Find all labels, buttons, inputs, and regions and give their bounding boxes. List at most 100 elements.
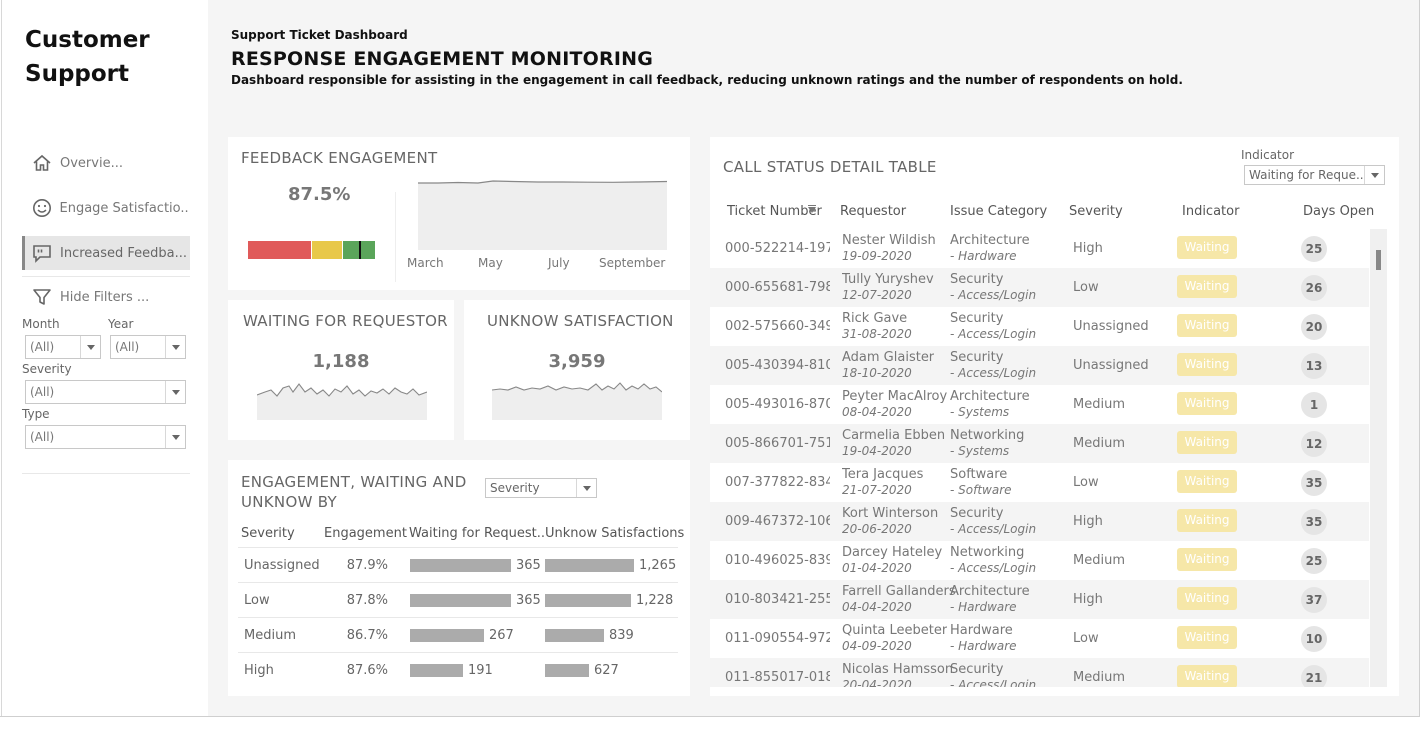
dashboard-description: Dashboard responsible for assisting in t… (231, 73, 1183, 87)
table-row[interactable]: Unassigned 87.9% 365 1,265 (238, 547, 678, 582)
indicator-badge[interactable]: Waiting (1177, 548, 1237, 571)
unknown-bar-label: 627 (594, 663, 619, 678)
days-open-badge: 37 (1301, 587, 1327, 613)
indicator-badge[interactable]: Waiting (1177, 626, 1237, 649)
month-label: March (407, 256, 444, 270)
indicator-badge[interactable]: Waiting (1177, 470, 1237, 493)
column-header-unknown[interactable]: Unknow Satisfactions (545, 526, 684, 541)
severity-cell: Unassigned (1073, 319, 1149, 334)
waiting-bar (410, 559, 511, 572)
waiting-bar-label: 191 (468, 663, 493, 678)
severity-cell: Medium (1073, 436, 1125, 451)
engagement-by-title: ENGAGEMENT, WAITING AND UNKNOW BY (241, 472, 467, 512)
table-row[interactable]: 005-493016-8701-8 Peyter MacAlroy08-04-20… (710, 385, 1369, 424)
waiting-sparkline (257, 383, 427, 420)
page-border (1419, 0, 1420, 717)
table-row[interactable]: Medium 86.7% 267 839 (238, 617, 678, 652)
column-header-requestor[interactable]: Requestor (840, 204, 906, 219)
feedback-engagement-value: 87.5% (288, 184, 351, 205)
page-title: RESPONSE ENGAGEMENT MONITORING (231, 48, 654, 70)
column-header-indicator[interactable]: Indicator (1182, 204, 1239, 219)
indicator-badge[interactable]: Waiting (1177, 236, 1237, 259)
ticket-number-cell: 000-522214-1973-1 (725, 241, 830, 256)
indicator-badge[interactable]: Waiting (1177, 314, 1237, 337)
call-status-title: CALL STATUS DETAIL TABLE (723, 158, 937, 176)
engagement-by-title-line1: ENGAGEMENT, WAITING AND (241, 473, 467, 491)
indicator-badge[interactable]: Waiting (1177, 431, 1237, 454)
days-open-badge: 20 (1301, 314, 1327, 340)
requestor-date-cell: 08-04-2020 (842, 405, 912, 419)
indicator-badge[interactable]: Waiting (1177, 587, 1237, 610)
column-header-days-open[interactable]: Days Open (1303, 204, 1374, 219)
unknown-sparkline (492, 382, 662, 420)
severity-cell: High (244, 663, 274, 678)
brand-title: Customer Support (25, 27, 150, 87)
chevron-down-icon (576, 479, 596, 497)
waiting-title: WAITING FOR REQUESTOR (243, 312, 448, 330)
column-header-severity[interactable]: Severity (1069, 204, 1123, 219)
nav-overview-label: Overvie... (60, 155, 123, 171)
requestor-date-cell: 19-09-2020 (842, 249, 912, 263)
month-label: September (599, 256, 666, 270)
indicator-badge[interactable]: Waiting (1177, 509, 1237, 532)
column-header-waiting[interactable]: Waiting for Request.. (409, 526, 545, 541)
column-header-severity[interactable]: Severity (241, 526, 295, 541)
call-status-card: CALL STATUS DETAIL TABLE Indicator Waiti… (710, 137, 1399, 696)
requestor-name-cell: Nester Wildish (842, 233, 936, 248)
days-open-badge: 12 (1301, 431, 1327, 457)
sort-icon[interactable] (807, 205, 817, 215)
table-scrollbar[interactable] (1370, 229, 1387, 687)
issue-subcategory-cell: - Access/Login (950, 678, 1037, 687)
smiley-icon (30, 196, 54, 220)
type-select[interactable]: (All) (25, 425, 186, 449)
nav-increased-feedback[interactable]: Increased Feedba... (22, 236, 190, 270)
table-row[interactable]: 011-855017-0185-4 Nicolas Hamsson20-04-20… (710, 658, 1369, 687)
indicator-badge[interactable]: Waiting (1177, 665, 1237, 687)
table-row[interactable]: 002-575660-3490-0 Rick Gave31-08-2020 Secu… (710, 307, 1369, 346)
severity-cell: Low (1073, 280, 1099, 295)
column-header-engagement[interactable]: Engagement (324, 526, 407, 541)
nav-engage-satisfaction[interactable]: Engage Satisfactio... (22, 191, 190, 225)
column-header-ticket-number[interactable]: Ticket Number (727, 204, 822, 219)
nav-overview[interactable]: Overvie... (22, 146, 190, 180)
year-select[interactable]: (All) (110, 335, 186, 359)
issue-subcategory-cell: - Hardware (950, 600, 1017, 614)
month-select[interactable]: (All) (25, 335, 101, 359)
issue-subcategory-cell: - Systems (950, 444, 1010, 458)
nav-hide-filters[interactable]: Hide Filters ... (22, 280, 190, 314)
column-header-issue-category[interactable]: Issue Category (950, 204, 1047, 219)
table-row[interactable]: 007-377822-8347-2 Tera Jacques21-07-2020 S… (710, 463, 1369, 502)
waiting-bar-label: 365 (516, 593, 541, 608)
unknown-satisfaction-card: UNKNOW SATISFACTION 3,959 (464, 300, 690, 440)
month-select-value: (All) (30, 340, 55, 354)
ticket-number-cell: 000-655681-7984-0 (725, 280, 830, 295)
ticket-number-cell: 010-803421-2559-4 (725, 592, 830, 607)
indicator-select[interactable]: Waiting for Reque... (1244, 165, 1385, 185)
issue-subcategory-cell: - Systems (950, 405, 1010, 419)
table-row[interactable]: 011-090554-9728-1 Quinta Leebeter04-09-20… (710, 619, 1369, 658)
page-border (0, 716, 1420, 717)
table-row[interactable]: Low 87.8% 365 1,228 (238, 582, 678, 617)
table-row[interactable]: 000-522214-1973-1 Nester Wildish19-09-202… (710, 229, 1369, 268)
severity-cell: Unassigned (244, 558, 320, 573)
waiting-for-requestor-card: WAITING FOR REQUESTOR 1,188 (228, 300, 454, 440)
home-icon (30, 151, 54, 175)
indicator-badge[interactable]: Waiting (1177, 392, 1237, 415)
severity-select[interactable]: (All) (25, 380, 186, 404)
issue-category-cell: Hardware (950, 623, 1013, 638)
table-row[interactable]: 010-803421-2559-4 Farrell Gallanders04-04… (710, 580, 1369, 619)
indicator-badge[interactable]: Waiting (1177, 275, 1237, 298)
table-row[interactable]: 000-655681-7984-0 Tully Yuryshev12-07-202… (710, 268, 1369, 307)
table-row[interactable]: High 87.6% 191 627 (238, 652, 678, 687)
table-row[interactable]: 005-866701-7518-2 Carmelia Ebben19-04-202… (710, 424, 1369, 463)
indicator-badge[interactable]: Waiting (1177, 353, 1237, 376)
scrollbar-thumb[interactable] (1376, 250, 1381, 270)
table-row[interactable]: 009-467372-1067-5 Kort Winterson20-06-202… (710, 502, 1369, 541)
dashboard-subtitle: Support Ticket Dashboard (231, 28, 408, 42)
table-row[interactable]: 010-496025-8392-7 Darcey Hateley01-04-202… (710, 541, 1369, 580)
ticket-number-cell: 005-493016-8701-8 (725, 397, 830, 412)
chevron-down-icon (165, 426, 185, 448)
table-row[interactable]: 005-430394-8103-0 Adam Glaister18-10-2020… (710, 346, 1369, 385)
dimension-select[interactable]: Severity (485, 478, 597, 498)
dimension-select-value: Severity (490, 481, 540, 495)
